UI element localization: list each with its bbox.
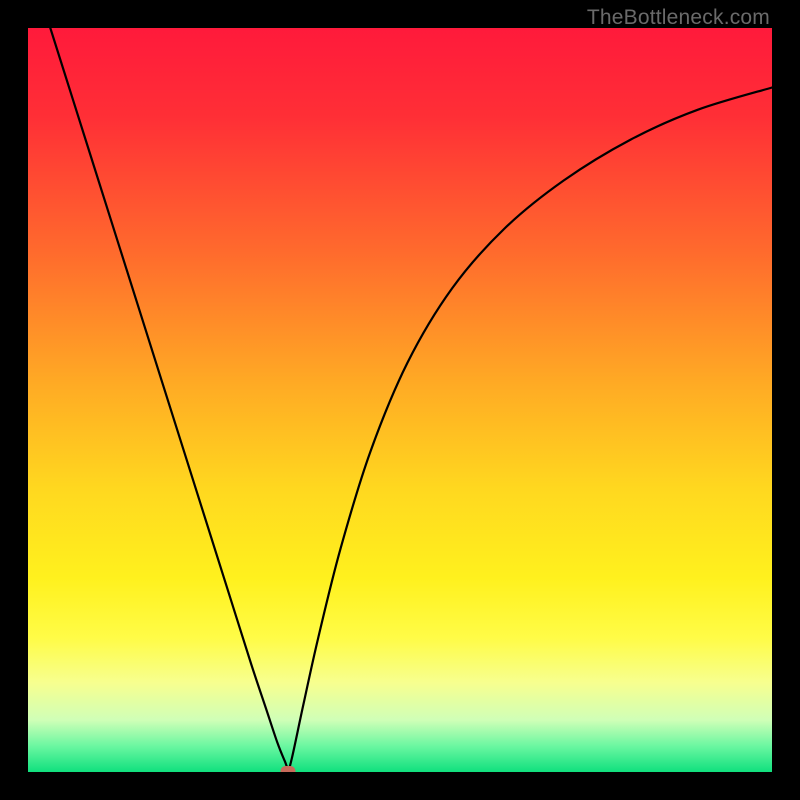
plot-area [28, 28, 772, 772]
watermark-text: TheBottleneck.com [587, 6, 770, 30]
optimum-marker [281, 766, 296, 773]
chart-frame: TheBottleneck.com [0, 0, 800, 800]
bottleneck-curve [28, 28, 772, 772]
